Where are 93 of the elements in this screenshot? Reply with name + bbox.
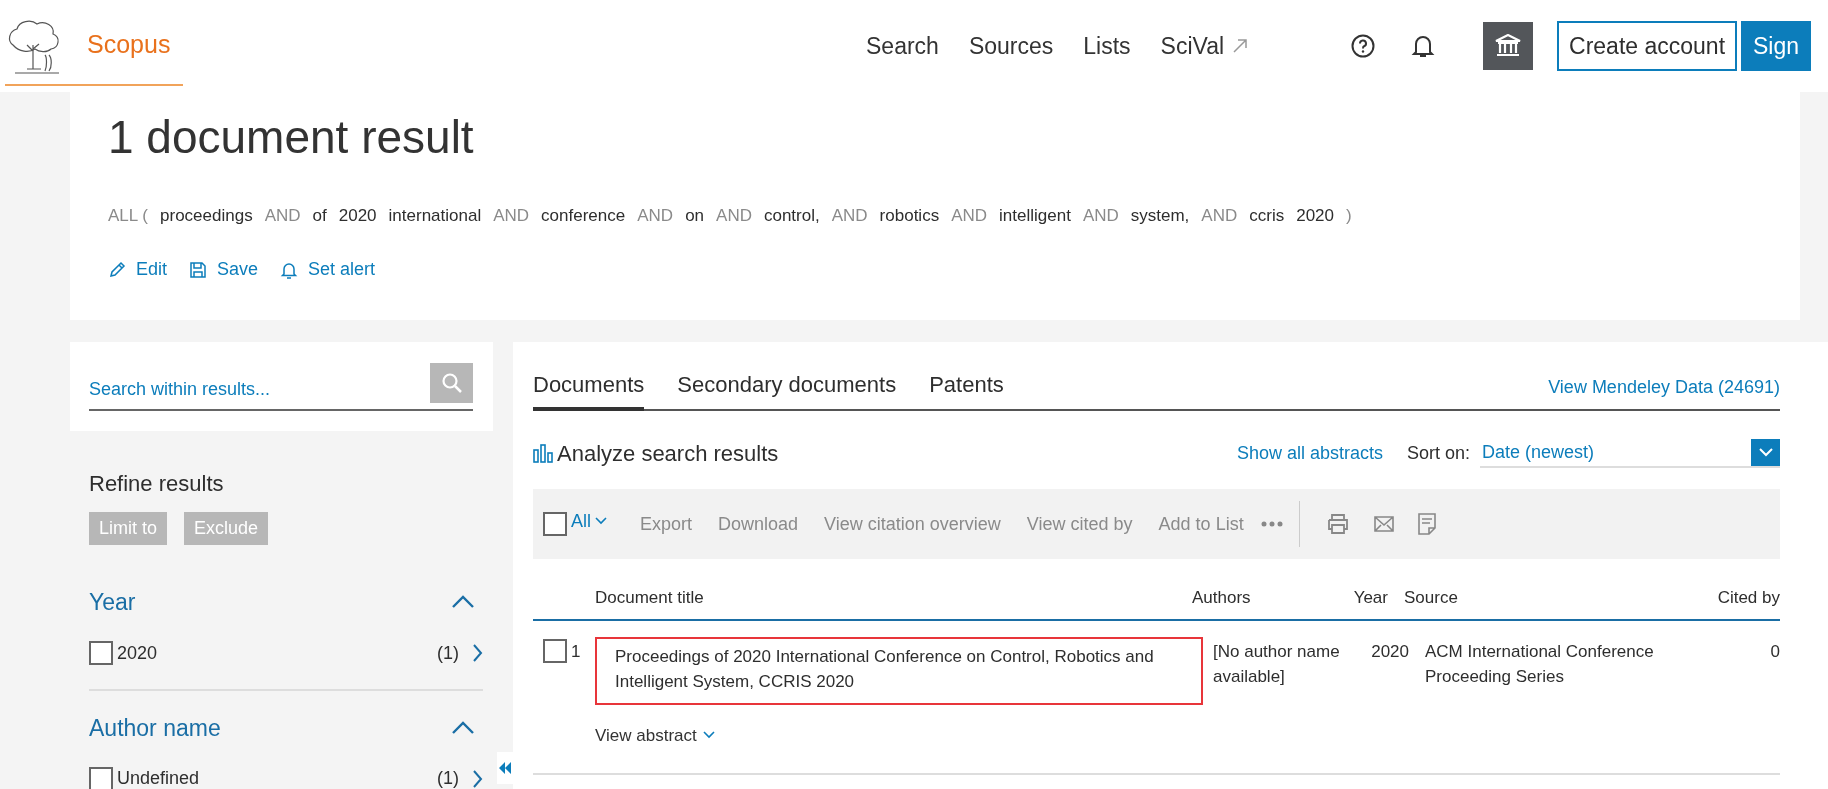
double-arrow-left-icon xyxy=(498,762,512,774)
query-operator: AND xyxy=(493,204,530,227)
query-term: robotics xyxy=(879,204,940,227)
facet-checkbox[interactable] xyxy=(89,641,113,665)
search-input[interactable]: Search within results... xyxy=(89,376,422,409)
facet-checkbox[interactable] xyxy=(89,766,113,789)
result-title: 1 document result xyxy=(108,112,475,163)
toolbar-action[interactable]: Download xyxy=(705,510,812,538)
toolbar-action[interactable]: Export xyxy=(627,510,706,538)
email-icon[interactable] xyxy=(1373,516,1394,532)
query-term: international xyxy=(388,204,482,227)
brand-name[interactable]: Scopus xyxy=(87,26,171,64)
sort-label: Sort on: xyxy=(1406,441,1470,465)
query-term: on xyxy=(685,204,705,227)
chevron-down-icon xyxy=(702,731,715,740)
view-abstract-link[interactable]: View abstract xyxy=(595,722,715,748)
create-account-button[interactable]: Create account xyxy=(1557,21,1738,71)
collapse-icon[interactable] xyxy=(451,595,475,610)
column-header: Authors xyxy=(1192,587,1252,609)
query-operator: AND xyxy=(1201,204,1238,227)
query-term: intelligent xyxy=(999,204,1071,227)
query-operator: AND xyxy=(264,204,301,227)
select-all-checkbox[interactable] xyxy=(543,512,567,536)
query-term: conference xyxy=(541,204,626,227)
query-term: proceedings xyxy=(160,204,253,227)
table-cell-text: [No author name available] xyxy=(1213,640,1341,688)
collapse-button[interactable] xyxy=(497,752,513,784)
chevron-down-icon xyxy=(595,517,607,525)
column-header: Source xyxy=(1404,587,1459,609)
institution-icon xyxy=(1495,34,1522,58)
query-term: of xyxy=(312,204,327,227)
toolbar-action[interactable]: View citation overview xyxy=(811,510,1014,538)
facet-count: (1) xyxy=(437,767,459,789)
select-all-dropdown[interactable]: All xyxy=(567,506,611,536)
bar-chart-icon[interactable] xyxy=(533,443,553,463)
save-link[interactable]: Save xyxy=(189,256,259,284)
search-field[interactable]: Search within results... xyxy=(89,363,473,411)
table-cell-text: 0 xyxy=(1769,640,1780,663)
query-term: 2020 xyxy=(338,204,377,227)
query-operator: AND xyxy=(951,204,988,227)
help-icon[interactable] xyxy=(1351,34,1376,58)
print-icon[interactable] xyxy=(1325,513,1350,535)
query-operator: AND xyxy=(716,204,752,227)
row-checkbox[interactable] xyxy=(543,638,567,663)
column-header: Year xyxy=(1352,587,1388,609)
tab[interactable]: Secondary documents xyxy=(677,368,897,411)
edit-link[interactable]: Edit xyxy=(108,256,168,284)
query-operator: ALL ( xyxy=(108,204,148,227)
tab[interactable]: Patents xyxy=(929,368,1004,411)
facet-label: Undefined xyxy=(117,767,200,789)
query-operator: AND xyxy=(637,204,674,227)
nav-link[interactable]: SciVal xyxy=(1160,28,1249,64)
analyze-link[interactable]: Analyze search results xyxy=(557,436,779,470)
query-operator: AND xyxy=(831,204,868,227)
collapse-icon[interactable] xyxy=(451,720,475,735)
chevron-right-icon[interactable] xyxy=(473,769,483,788)
row-number: 1 xyxy=(571,640,581,663)
query-term: 2020 xyxy=(1296,204,1335,227)
query-operator: ) xyxy=(1346,204,1352,227)
column-header: Cited by xyxy=(1716,587,1780,609)
more-icon[interactable] xyxy=(1260,521,1283,527)
search-icon xyxy=(440,372,463,394)
nav-link[interactable]: Lists xyxy=(1083,28,1131,64)
facet-title[interactable]: Year xyxy=(89,585,136,620)
query-term: ccris xyxy=(1249,204,1285,227)
chevron-down-icon xyxy=(1758,447,1773,457)
document-title-link[interactable]: Proceedings of 2020 International Conference on Control, Robotics and Intelligent System, CCRIS 2020 xyxy=(615,643,1191,695)
table-cell-text: 2020 xyxy=(1370,640,1409,663)
query-operator: AND xyxy=(1082,204,1119,227)
bell-icon[interactable] xyxy=(1411,33,1436,59)
tab[interactable]: Documents xyxy=(533,368,645,411)
facet-count: (1) xyxy=(437,641,459,665)
toolbar-action[interactable]: View cited by xyxy=(1013,510,1146,538)
show-abstracts-link[interactable]: Show all abstracts xyxy=(1236,439,1383,467)
nav-link[interactable]: Sources xyxy=(968,28,1054,64)
pencil-icon xyxy=(108,260,126,279)
table-cell-text: ACM International Conference Proceeding Series xyxy=(1425,640,1655,688)
alert-link[interactable]: Set alert xyxy=(280,256,376,284)
sign-in-button[interactable]: Sign xyxy=(1741,21,1812,71)
bell-icon xyxy=(280,260,299,279)
pdf-icon[interactable] xyxy=(1417,513,1436,535)
query-term: control, xyxy=(763,204,820,227)
query-term: system, xyxy=(1130,204,1190,227)
toolbar-action[interactable]: Add to List xyxy=(1145,510,1257,538)
nav-link[interactable]: Search xyxy=(866,28,939,64)
refine-heading: Refine results xyxy=(89,470,225,498)
column-header: Document title xyxy=(595,587,705,609)
facet-title[interactable]: Author name xyxy=(89,710,221,745)
mendeley-link[interactable]: View Mendeley Data (24691) xyxy=(1548,374,1780,401)
chevron-right-icon[interactable] xyxy=(473,644,483,662)
facet-label: 2020 xyxy=(117,641,158,665)
institution-button[interactable] xyxy=(1483,22,1534,70)
sort-select[interactable]: Date (newest) xyxy=(1480,438,1780,468)
